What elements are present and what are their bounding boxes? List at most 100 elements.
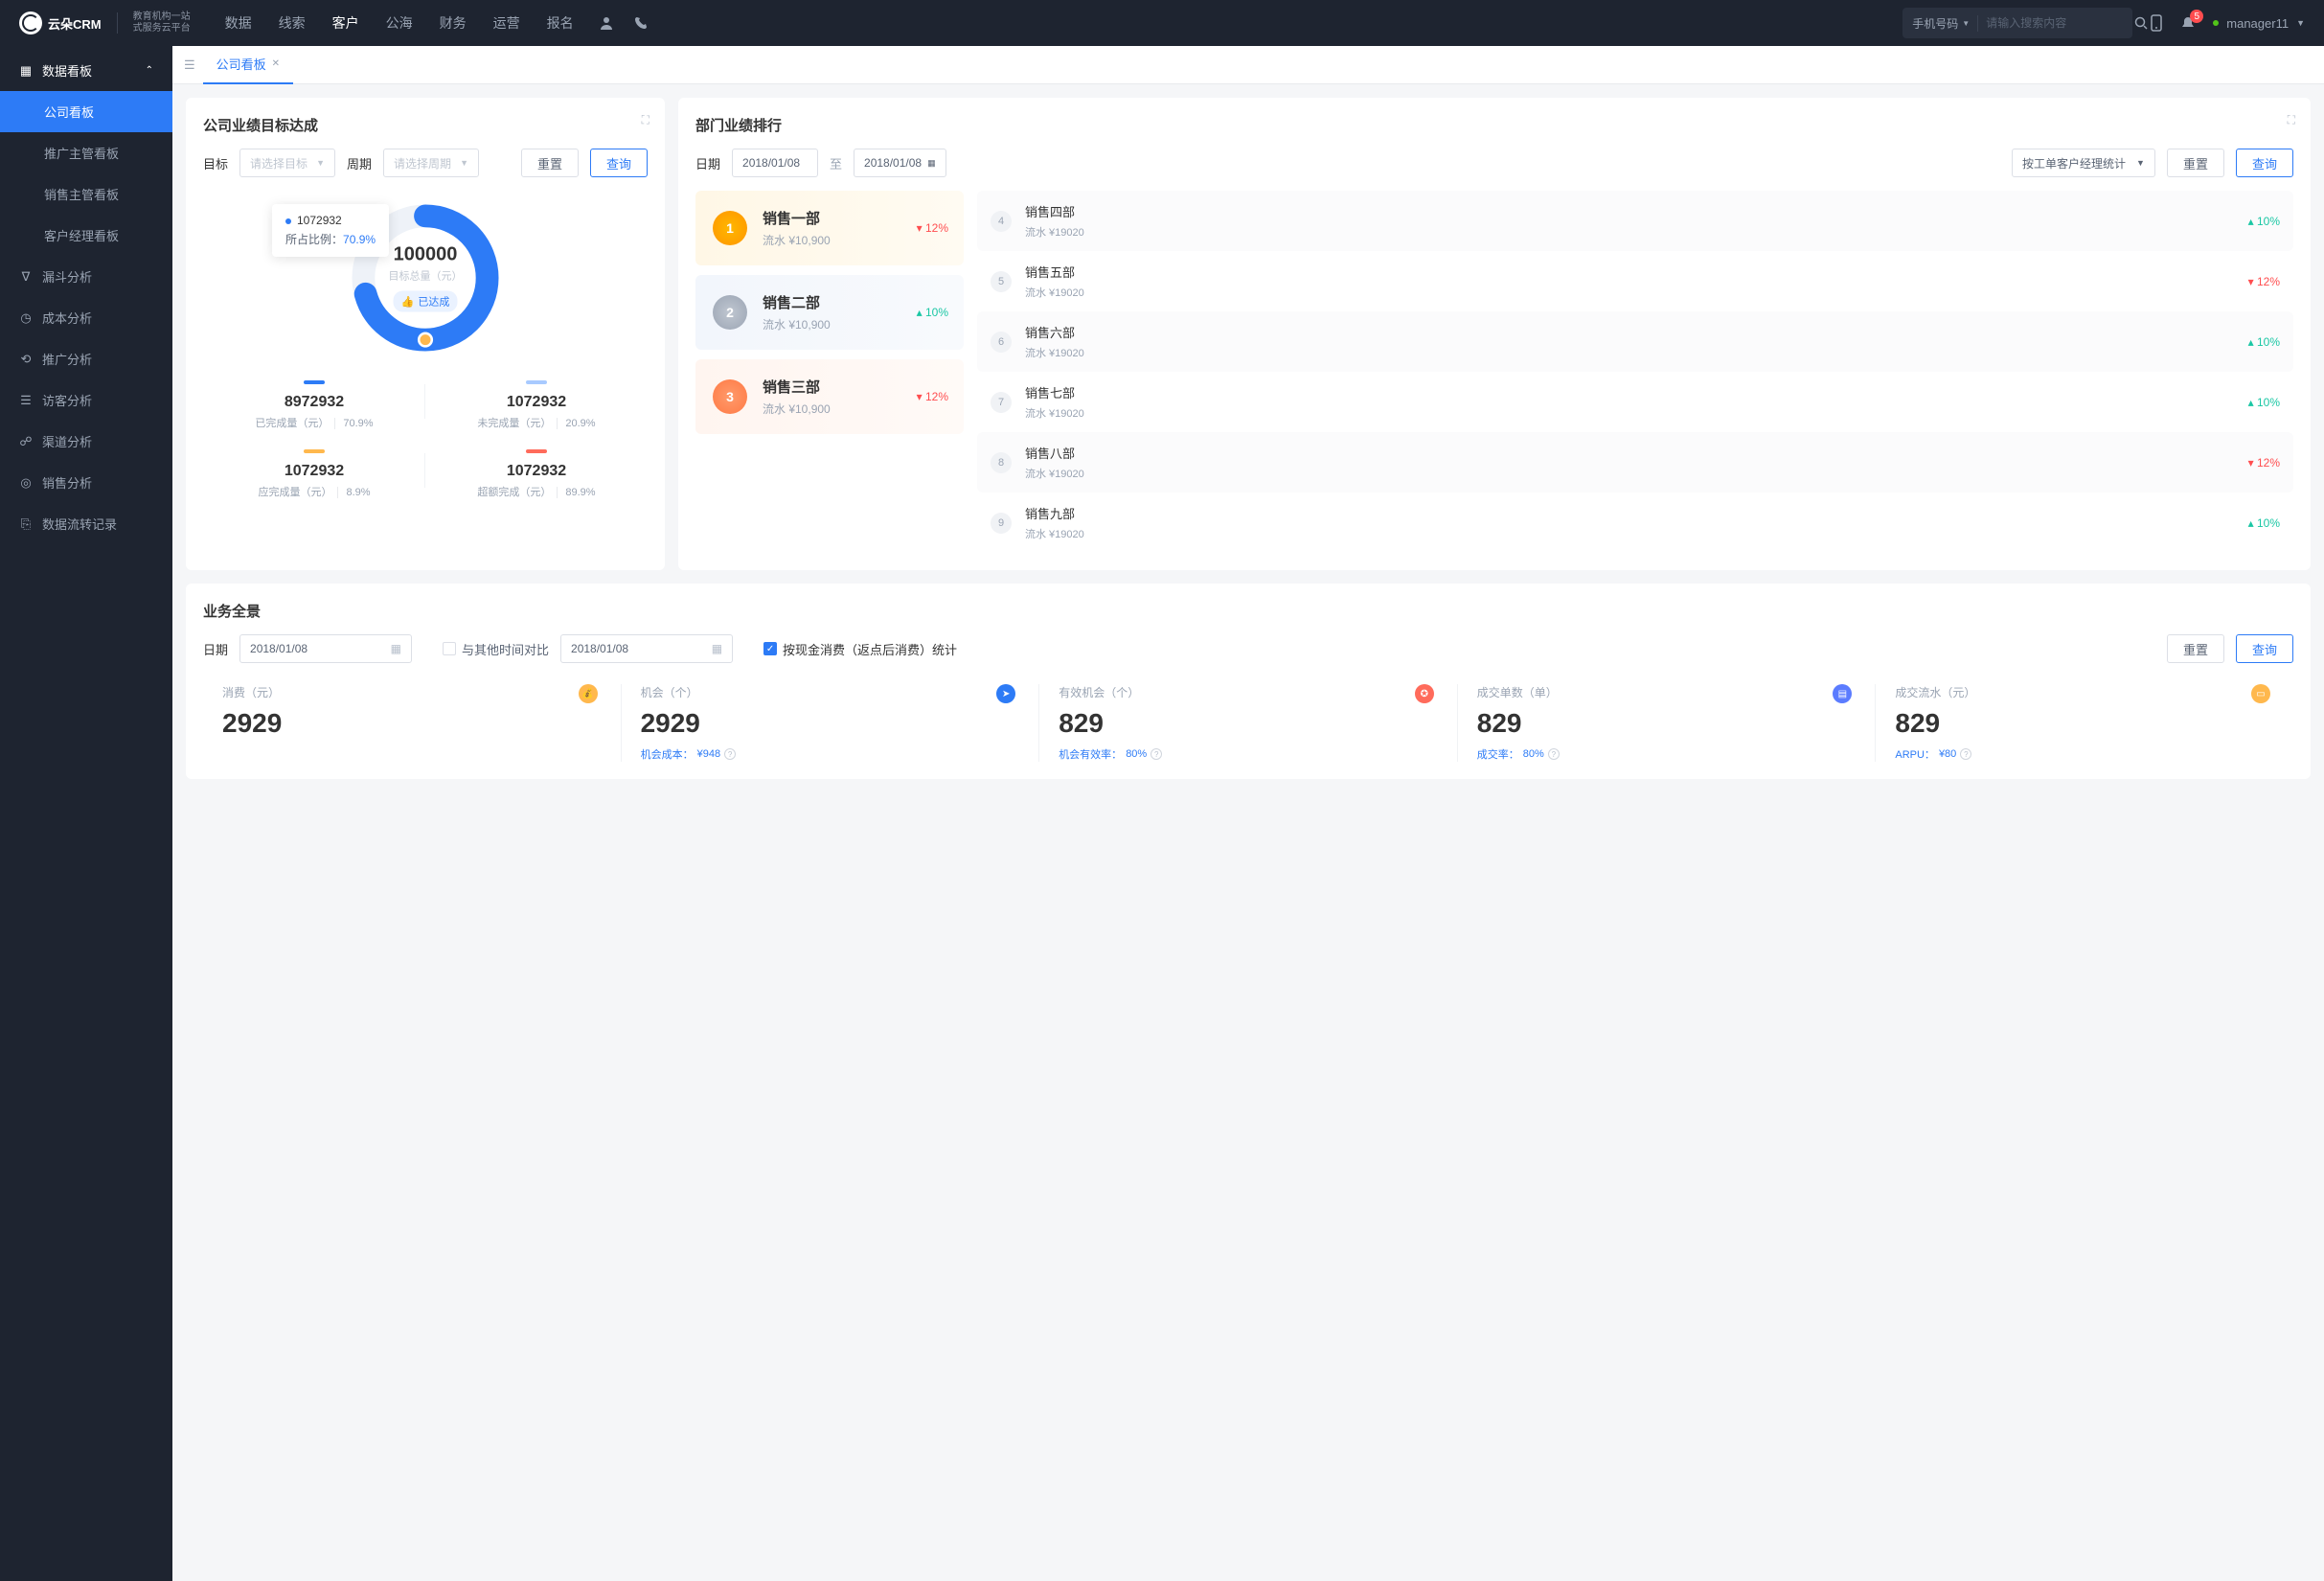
mobile-icon[interactable] xyxy=(2150,14,2163,32)
sidebar-item[interactable]: ⎘数据流转记录 xyxy=(0,503,172,544)
calendar-icon: ▦ xyxy=(712,642,722,655)
rank-row[interactable]: 7销售七部流水 ¥19020▴ 10% xyxy=(977,372,2293,432)
rank-top-item[interactable]: 2销售二部流水 ¥10,900▴ 10% xyxy=(695,275,964,350)
goal-stat: 8972932已完成量（元）70.9% xyxy=(203,371,425,440)
brand-sub: 教育机构一站式服务云平台 xyxy=(133,11,191,34)
sidebar-sub-item[interactable]: 推广主管看板 xyxy=(0,132,172,173)
tabs-collapse-icon[interactable]: ☰ xyxy=(184,57,195,73)
ov-cash-check[interactable]: 按现金消费（返点后消费）统计 xyxy=(763,640,957,658)
rank-row[interactable]: 9销售九部流水 ¥19020▴ 10% xyxy=(977,493,2293,553)
user-menu[interactable]: manager11 ▼ xyxy=(2213,16,2305,31)
rank-number: 6 xyxy=(991,332,1012,353)
help-icon[interactable]: ? xyxy=(1548,748,1560,760)
rank-row[interactable]: 8销售八部流水 ¥19020▾ 12% xyxy=(977,432,2293,493)
delta-indicator: ▴ 10% xyxy=(2248,215,2280,228)
user-icon[interactable] xyxy=(599,15,614,31)
overview-title: 业务全景 xyxy=(203,601,2293,621)
chevron-down-icon: ▼ xyxy=(460,158,468,168)
overview-cell: 有效机会（个）✪829机会有效率：80% ? xyxy=(1039,684,1458,762)
sidebar-item[interactable]: ∇漏斗分析 xyxy=(0,256,172,297)
rank-reset-button[interactable]: 重置 xyxy=(2167,149,2224,177)
donut-chart: 1072932 所占比例：70.9% 100000 目标总量（元） 👍已达成 xyxy=(203,196,648,359)
sidebar-sub-item[interactable]: 销售主管看板 xyxy=(0,173,172,215)
rank-top-item[interactable]: 1销售一部流水 ¥10,900▾ 12% xyxy=(695,191,964,265)
sidebar-sub-item[interactable]: 公司看板 xyxy=(0,91,172,132)
sidebar-sub-item[interactable]: 客户经理看板 xyxy=(0,215,172,256)
goal-target-select[interactable]: 请选择目标▼ xyxy=(239,149,335,177)
goal-period-select[interactable]: 请选择周期▼ xyxy=(383,149,479,177)
overview-cell: 成交单数（单）▤829成交率：80% ? xyxy=(1458,684,1877,762)
ov-date2[interactable]: 2018/01/08▦ xyxy=(560,634,733,663)
topnav-item[interactable]: 数据 xyxy=(225,13,252,33)
sidebar-item[interactable]: ◎销售分析 xyxy=(0,462,172,503)
medal-icon: 2 xyxy=(711,293,749,332)
sidebar-group-dashboard[interactable]: ▦数据看板 ⌃ xyxy=(0,50,172,91)
topnav-item[interactable]: 线索 xyxy=(279,13,306,33)
overview-meta: 机会成本：¥948 ? xyxy=(641,746,1020,762)
overview-meta: 成交率：80% ? xyxy=(1477,746,1857,762)
rank-title: 部门业绩排行 xyxy=(695,115,2293,135)
topbar-right: 手机号码 ▼ 5 manager11 ▼ xyxy=(1902,8,2305,38)
search-input[interactable] xyxy=(1986,16,2134,30)
topnav-item[interactable]: 公海 xyxy=(386,13,413,33)
rank-statby-select[interactable]: 按工单客户经理统计▼ xyxy=(2012,149,2155,177)
search-icon[interactable] xyxy=(2134,16,2148,30)
tab-close-icon[interactable]: ✕ xyxy=(272,58,280,69)
rank-row[interactable]: 6销售六部流水 ¥19020▴ 10% xyxy=(977,311,2293,372)
rank-query-button[interactable]: 查询 xyxy=(2236,149,2293,177)
sidebar-item[interactable]: ☍渠道分析 xyxy=(0,421,172,462)
goal-target-label: 目标 xyxy=(203,154,228,172)
sidebar-item[interactable]: ⟲推广分析 xyxy=(0,338,172,379)
topnav-item[interactable]: 财务 xyxy=(440,13,467,33)
rank-row[interactable]: 5销售五部流水 ¥19020▾ 12% xyxy=(977,251,2293,311)
expand-icon[interactable]: ⛶ xyxy=(642,113,649,127)
rank-row[interactable]: 4销售四部流水 ¥19020▴ 10% xyxy=(977,191,2293,251)
donut-center: 100000 目标总量（元） 👍已达成 xyxy=(389,244,463,312)
sidebar-item-icon: ◷ xyxy=(19,310,33,326)
goal-stat: 1072932超额完成（元）89.9% xyxy=(425,440,648,509)
expand-icon[interactable]: ⛶ xyxy=(2288,113,2295,127)
phone-icon[interactable] xyxy=(633,15,649,31)
sidebar-item[interactable]: ◷成本分析 xyxy=(0,297,172,338)
overview-filters: 日期 2018/01/08▦ 与其他时间对比 2018/01/08▦ 按现金消费… xyxy=(203,634,2293,663)
ov-date1[interactable]: 2018/01/08▦ xyxy=(239,634,412,663)
logo-sep xyxy=(117,12,118,34)
calendar-icon: ▦ xyxy=(927,158,936,169)
topnav-item[interactable]: 报名 xyxy=(547,13,574,33)
goal-stat: 1072932应完成量（元）8.9% xyxy=(203,440,425,509)
help-icon[interactable]: ? xyxy=(1151,748,1162,760)
goal-query-button[interactable]: 查询 xyxy=(590,149,648,177)
medal-icon: 3 xyxy=(711,378,749,416)
topnav-item[interactable]: 运营 xyxy=(493,13,520,33)
card-goal: ⛶ 公司业绩目标达成 目标 请选择目标▼ 周期 请选择周期▼ 重置 查询 107… xyxy=(186,98,665,570)
overview-cell-icon: ▭ xyxy=(2251,684,2270,703)
ov-query-button[interactable]: 查询 xyxy=(2236,634,2293,663)
rank-date2[interactable]: 2018/01/08▦ xyxy=(854,149,946,177)
goal-stats: 8972932已完成量（元）70.9%1072932未完成量（元）20.9%10… xyxy=(203,371,648,509)
ov-reset-button[interactable]: 重置 xyxy=(2167,634,2224,663)
overview-grid: 消费（元）💰2929机会（个）➤2929机会成本：¥948 ?有效机会（个）✪8… xyxy=(203,684,2293,762)
chevron-down-icon: ▼ xyxy=(2296,18,2305,28)
rank-number: 5 xyxy=(991,271,1012,292)
logo-icon xyxy=(19,11,42,34)
topnav-item[interactable]: 客户 xyxy=(332,13,359,33)
sidebar-item-icon: ⎘ xyxy=(19,516,33,532)
search-box[interactable]: 手机号码 ▼ xyxy=(1902,8,2132,38)
sidebar-item[interactable]: ☰访客分析 xyxy=(0,379,172,421)
help-icon[interactable]: ? xyxy=(724,748,736,760)
rank-list: 4销售四部流水 ¥19020▴ 10%5销售五部流水 ¥19020▾ 12%6销… xyxy=(977,191,2293,553)
chevron-up-icon: ⌃ xyxy=(146,65,153,76)
tab-company-board[interactable]: 公司看板 ✕ xyxy=(203,46,293,84)
goal-reset-button[interactable]: 重置 xyxy=(521,149,579,177)
delta-indicator: ▴ 10% xyxy=(2248,335,2280,349)
rank-top-item[interactable]: 3销售三部流水 ¥10,900▾ 12% xyxy=(695,359,964,434)
overview-meta: 机会有效率：80% ? xyxy=(1059,746,1438,762)
search-type-select[interactable]: 手机号码 ▼ xyxy=(1912,15,1978,32)
ov-compare-check[interactable]: 与其他时间对比 xyxy=(443,640,549,658)
logo: 云朵CRM 教育机构一站式服务云平台 xyxy=(19,11,191,34)
rank-date1[interactable]: 2018/01/08 xyxy=(732,149,818,177)
bell-icon[interactable]: 5 xyxy=(2180,15,2196,31)
thumb-icon: 👍 xyxy=(401,295,415,308)
help-icon[interactable]: ? xyxy=(1960,748,1971,760)
topnav: 数据 线索 客户 公海 财务 运营 报名 xyxy=(225,13,574,33)
